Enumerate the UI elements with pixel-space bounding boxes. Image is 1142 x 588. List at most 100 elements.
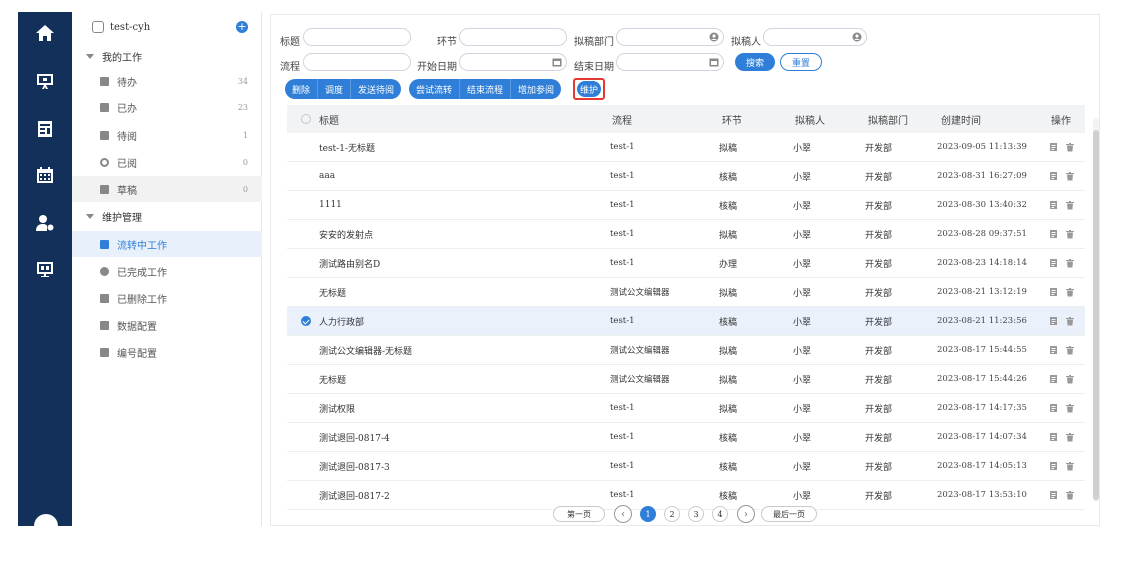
table-row[interactable]: 无标题 测试公文编辑器 拟稿 小翠 开发部 2023-08-21 13:12:19 <box>287 278 1085 307</box>
home-icon[interactable] <box>18 20 72 46</box>
cell-title[interactable]: 1111 <box>319 191 342 219</box>
table-row[interactable]: 测试退回-0817-4 test-1 核稿 小翠 开发部 2023-08-17 14:07… <box>287 423 1085 452</box>
presentation-icon[interactable] <box>18 68 72 94</box>
edit-doc-icon[interactable] <box>1049 142 1059 152</box>
trash-icon[interactable] <box>1065 258 1075 268</box>
cell-title[interactable]: 安安的发射点 <box>319 220 373 248</box>
cell-title[interactable]: 测试路由别名D <box>319 249 380 277</box>
table-row[interactable]: 人力行政部 test-1 核稿 小翠 开发部 2023-08-21 11:23:56 <box>287 307 1085 336</box>
dispatch-button[interactable]: 调度 <box>318 79 352 99</box>
table-scrollbar[interactable] <box>1093 130 1099 500</box>
page-3[interactable]: 3 <box>688 506 704 522</box>
sidebar-item-data-config[interactable]: 数据配置 <box>72 312 262 338</box>
person-circle-icon[interactable] <box>709 32 719 42</box>
cell-title[interactable]: 测试公文编辑器-无标题 <box>319 336 412 364</box>
delete-button[interactable]: 删除 <box>285 79 319 99</box>
add-circle-icon[interactable]: + <box>236 21 248 33</box>
maintain-button[interactable]: 维护 <box>577 81 601 97</box>
table-row[interactable]: 测试路由别名D test-1 办理 小翠 开发部 2023-08-23 14:18:14 <box>287 249 1085 278</box>
edit-doc-icon[interactable] <box>1049 461 1059 471</box>
add-reference-button[interactable]: 增加参阅 <box>511 79 561 99</box>
search-button[interactable]: 搜索 <box>735 53 775 71</box>
sidebar-item-to-read[interactable]: 待阅 1 <box>72 122 262 148</box>
sidebar-group-maintenance[interactable]: 维护管理 <box>86 206 142 226</box>
trash-icon[interactable] <box>1065 403 1075 413</box>
calendar-small-icon[interactable] <box>709 57 719 67</box>
select-all-checkbox[interactable] <box>301 105 311 133</box>
cell-title[interactable]: aaa <box>319 162 335 190</box>
edit-doc-icon[interactable] <box>1049 229 1059 239</box>
first-page-button[interactable]: 第一页 <box>553 506 605 522</box>
table-row[interactable]: 测试权限 test-1 拟稿 小翠 开发部 2023-08-17 14:17:35 <box>287 394 1085 423</box>
start-date-input[interactable] <box>459 53 567 71</box>
try-flow-button[interactable]: 尝试流转 <box>409 79 461 99</box>
sidebar-item-draft[interactable]: 草稿 0 <box>72 176 262 202</box>
trash-icon[interactable] <box>1065 316 1075 326</box>
calendar-icon[interactable] <box>18 162 72 188</box>
table-row[interactable]: 测试退回-0817-2 test-1 核稿 小翠 开发部 2023-08-17 13:53… <box>287 481 1085 510</box>
reset-button[interactable]: 重置 <box>780 53 822 71</box>
cell-title[interactable]: 无标题 <box>319 278 346 306</box>
edit-doc-icon[interactable] <box>1049 490 1059 500</box>
document-icon[interactable] <box>18 116 72 142</box>
table-row[interactable]: 测试退回-0817-3 test-1 核稿 小翠 开发部 2023-08-17 14:05… <box>287 452 1085 481</box>
header-flow[interactable]: 流程 <box>612 105 632 133</box>
edit-doc-icon[interactable] <box>1049 345 1059 355</box>
edit-doc-icon[interactable] <box>1049 200 1059 210</box>
table-row[interactable]: 1111 test-1 核稿 小翠 开发部 2023-08-30 13:40:32 <box>287 191 1085 220</box>
send-to-read-button[interactable]: 发送待阅 <box>351 79 401 99</box>
sidebar-user[interactable]: test-cyh + <box>92 18 252 36</box>
edit-doc-icon[interactable] <box>1049 258 1059 268</box>
trash-icon[interactable] <box>1065 142 1075 152</box>
trash-icon[interactable] <box>1065 345 1075 355</box>
dept-input[interactable] <box>616 28 724 46</box>
trash-icon[interactable] <box>1065 200 1075 210</box>
last-page-button[interactable]: 最后一页 <box>761 506 817 522</box>
monitor-icon[interactable] <box>18 256 72 282</box>
trash-icon[interactable] <box>1065 490 1075 500</box>
cell-title[interactable]: 测试退回-0817-2 <box>319 481 390 509</box>
edit-doc-icon[interactable] <box>1049 287 1059 297</box>
edit-doc-icon[interactable] <box>1049 316 1059 326</box>
header-dept[interactable]: 拟稿部门 <box>868 105 908 133</box>
edit-doc-icon[interactable] <box>1049 432 1059 442</box>
cell-title[interactable]: 人力行政部 <box>319 307 364 335</box>
sidebar-item-done[interactable]: 已办 23 <box>72 94 262 120</box>
table-row[interactable]: 无标题 测试公文编辑器 拟稿 小翠 开发部 2023-08-17 15:44:26 <box>287 365 1085 394</box>
avatar[interactable] <box>34 514 58 538</box>
table-row[interactable]: 安安的发射点 test-1 拟稿 小翠 开发部 2023-08-28 09:37:51 <box>287 220 1085 249</box>
prev-page-icon[interactable]: ‹ <box>614 505 632 523</box>
next-page-icon[interactable]: › <box>737 505 755 523</box>
page-4[interactable]: 4 <box>712 506 728 522</box>
table-row[interactable]: test-1-无标题 test-1 拟稿 小翠 开发部 2023-09-05 11:13:… <box>287 133 1085 162</box>
trash-icon[interactable] <box>1065 171 1075 181</box>
user-settings-icon[interactable] <box>18 210 72 236</box>
edit-doc-icon[interactable] <box>1049 374 1059 384</box>
end-flow-button[interactable]: 结束流程 <box>460 79 512 99</box>
sidebar-item-deleted[interactable]: 已删除工作 <box>72 285 262 311</box>
edit-doc-icon[interactable] <box>1049 403 1059 413</box>
trash-icon[interactable] <box>1065 287 1075 297</box>
page-2[interactable]: 2 <box>664 506 680 522</box>
trash-icon[interactable] <box>1065 374 1075 384</box>
header-created[interactable]: 创建时间 <box>941 105 981 133</box>
person-circle-icon[interactable] <box>852 32 862 42</box>
calendar-small-icon[interactable] <box>552 57 562 67</box>
cell-title[interactable]: 测试退回-0817-4 <box>319 423 390 451</box>
header-step[interactable]: 环节 <box>722 105 742 133</box>
trash-icon[interactable] <box>1065 461 1075 471</box>
cell-title[interactable]: 测试退回-0817-3 <box>319 452 390 480</box>
sidebar-item-completed[interactable]: 已完成工作 <box>72 258 262 284</box>
cell-title[interactable]: 无标题 <box>319 365 346 393</box>
step-input[interactable] <box>459 28 567 46</box>
trash-icon[interactable] <box>1065 432 1075 442</box>
table-row[interactable]: 测试公文编辑器-无标题 测试公文编辑器 拟稿 小翠 开发部 2023-08-17 15:4… <box>287 336 1085 365</box>
cell-title[interactable]: 测试权限 <box>319 394 355 422</box>
flow-input[interactable] <box>303 53 411 71</box>
page-1[interactable]: 1 <box>640 506 656 522</box>
sidebar-item-in-flow[interactable]: 流转中工作 <box>72 231 262 257</box>
table-row[interactable]: aaa test-1 核稿 小翠 开发部 2023-08-31 16:27:09 <box>287 162 1085 191</box>
drafter-input[interactable] <box>763 28 867 46</box>
sidebar-group-my-work[interactable]: 我的工作 <box>86 46 142 66</box>
cell-title[interactable]: test-1-无标题 <box>319 133 375 161</box>
